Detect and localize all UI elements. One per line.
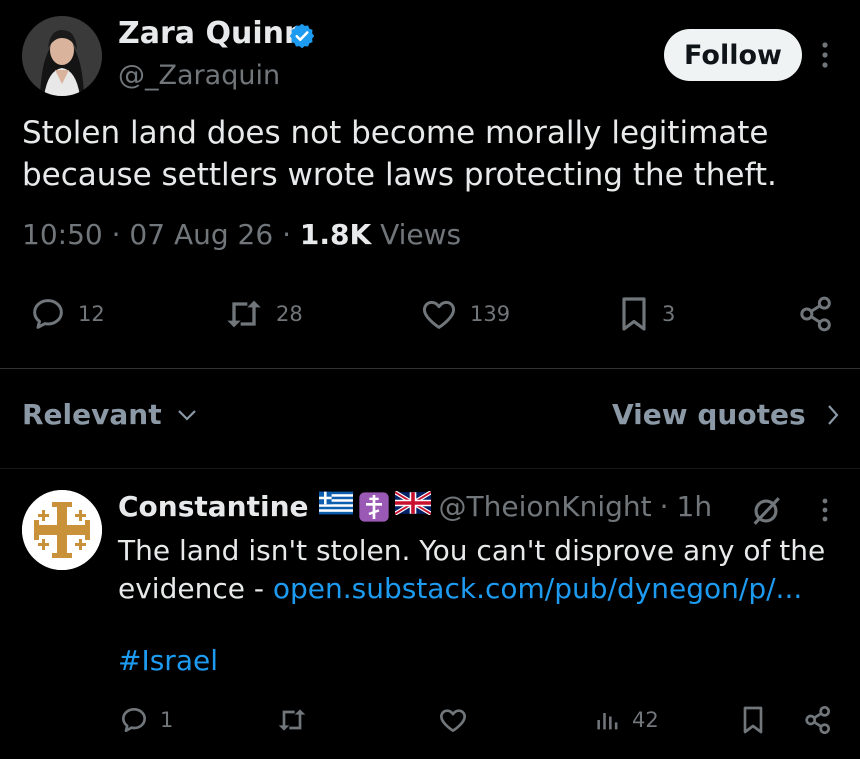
like-action[interactable]: 139 [418,294,510,334]
tweet-text: Stolen land does not become morally legi… [22,115,777,193]
views-label: Views [380,218,462,251]
reply-text: The land isn't stolen. You can't disprov… [118,532,848,608]
reply-author-name[interactable]: Constantine [118,490,309,523]
reply-repost-icon[interactable] [274,704,310,736]
bookmark-count: 3 [662,302,676,326]
sort-dropdown[interactable]: Relevant [22,398,198,431]
hashtag-link[interactable]: #Israel [118,644,218,677]
bookmark-action[interactable]: 3 [616,294,675,334]
bookmark-icon [616,294,652,334]
chevron-right-icon [826,403,840,427]
reply-icon [28,294,68,334]
more-icon[interactable] [818,40,832,72]
repost-count: 28 [276,302,303,326]
like-icon [418,294,460,334]
tweet-date[interactable]: 07 Aug 26 [129,218,273,251]
jerusalem-cross-avatar[interactable] [22,490,102,570]
sort-label: Relevant [22,398,162,431]
reply-views-count: 42 [632,708,659,732]
divider [0,368,860,369]
share-icon[interactable] [796,294,836,334]
repost-icon [222,294,266,334]
reply-count: 12 [78,302,105,326]
divider [0,468,860,469]
chevron-down-icon [176,407,198,423]
grok-icon[interactable] [748,494,784,528]
flags [318,490,431,523]
reply-author-handle[interactable]: @TheionKnight [439,490,652,523]
author-handle[interactable]: @_Zaraquin [118,60,280,91]
reply-views-action[interactable]: 42 [594,704,659,736]
separator: · [659,490,669,523]
repost-action[interactable]: 28 [222,294,303,334]
views-icon [594,704,622,736]
orthodox-cross-icon [357,491,391,523]
tweet-meta: 10:50 · 07 Aug 26 · 1.8K Views [22,218,462,251]
reply-action[interactable]: 12 [28,294,105,334]
reply-reply-action[interactable]: 1 [118,704,173,736]
reply-reply-count: 1 [160,708,174,732]
view-quotes-label: View quotes [612,398,806,431]
views-count: 1.8K [299,218,372,251]
author-name[interactable]: Zara Quinn [118,16,305,51]
reply-like-icon[interactable] [436,704,470,736]
view-quotes-link[interactable]: View quotes [612,398,840,431]
reply-link[interactable]: open.substack.com/pub/dynegon/p/... [273,572,802,605]
uk-flag-icon [394,490,431,523]
greece-flag-icon [318,491,353,523]
follow-button[interactable]: Follow [664,29,802,81]
reply-header: Constantine @TheionKnight · 1h [118,490,712,523]
reply-bookmark-icon[interactable] [738,704,768,736]
reply-icon [118,704,150,736]
like-count: 139 [470,302,511,326]
author-avatar[interactable] [22,16,102,96]
reply-share-icon[interactable] [802,704,834,736]
tweet-time[interactable]: 10:50 [22,218,103,251]
reply-age[interactable]: 1h [677,490,713,523]
verified-badge-icon [288,22,316,50]
reply-more-icon[interactable] [818,496,832,526]
